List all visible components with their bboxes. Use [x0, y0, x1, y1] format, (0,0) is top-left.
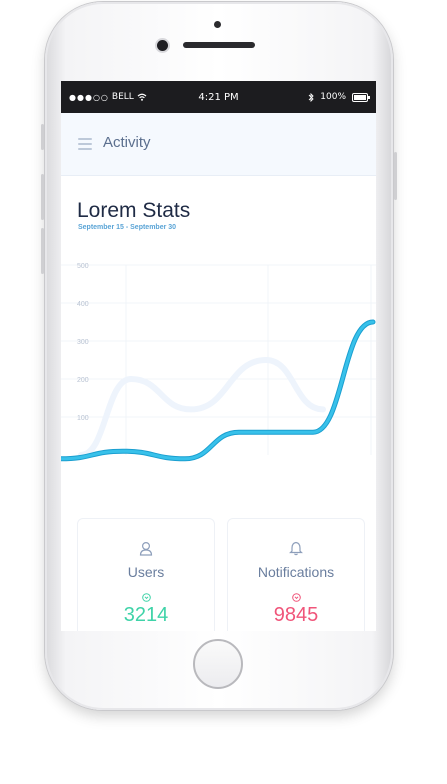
front-sensor [214, 21, 221, 28]
menu-icon[interactable] [78, 138, 92, 150]
notifications-count: 9845 [273, 604, 319, 626]
series-line-shadow [61, 319, 376, 462]
stat-cards: Users 3214 Notifications 9845 [77, 518, 365, 631]
phone-screen: ●●●○○ BELL 4:21 PM 100% Activity Lorem S… [61, 81, 376, 631]
battery-icon [352, 92, 370, 102]
volume-up-button [41, 174, 44, 220]
battery-percent: 100% [320, 92, 346, 102]
page-title: Activity [103, 134, 151, 151]
series-line-background [78, 356, 326, 458]
users-label: Users [127, 564, 165, 580]
users-count: 3214 [123, 604, 169, 626]
y-tick-label: 400 [77, 301, 89, 308]
status-bar: ●●●○○ BELL 4:21 PM 100% [61, 81, 376, 113]
users-card[interactable]: Users 3214 [77, 518, 215, 631]
stats-title: Lorem Stats [77, 199, 191, 222]
user-icon [139, 541, 153, 556]
y-tick-label: 500 [77, 263, 89, 270]
notifications-card[interactable]: Notifications 9845 [227, 518, 365, 631]
earpiece-speaker [183, 42, 255, 48]
bell-icon [289, 541, 303, 556]
app-header: Activity [61, 113, 376, 176]
y-tick-label: 200 [77, 377, 89, 384]
bluetooth-icon [308, 92, 314, 102]
home-button[interactable] [193, 639, 243, 689]
power-button [394, 152, 397, 200]
notifications-label: Notifications [257, 564, 335, 580]
activity-chart: 500 400 300 200 100 [61, 263, 376, 462]
chevron-down-circle-icon [141, 593, 151, 602]
volume-down-button [41, 228, 44, 274]
chevron-down-circle-icon [291, 593, 301, 602]
y-tick-label: 300 [77, 339, 89, 346]
date-range: September 15 - September 30 [78, 224, 177, 231]
mute-switch [41, 124, 44, 150]
y-tick-label: 100 [77, 415, 89, 422]
front-camera [157, 40, 168, 51]
